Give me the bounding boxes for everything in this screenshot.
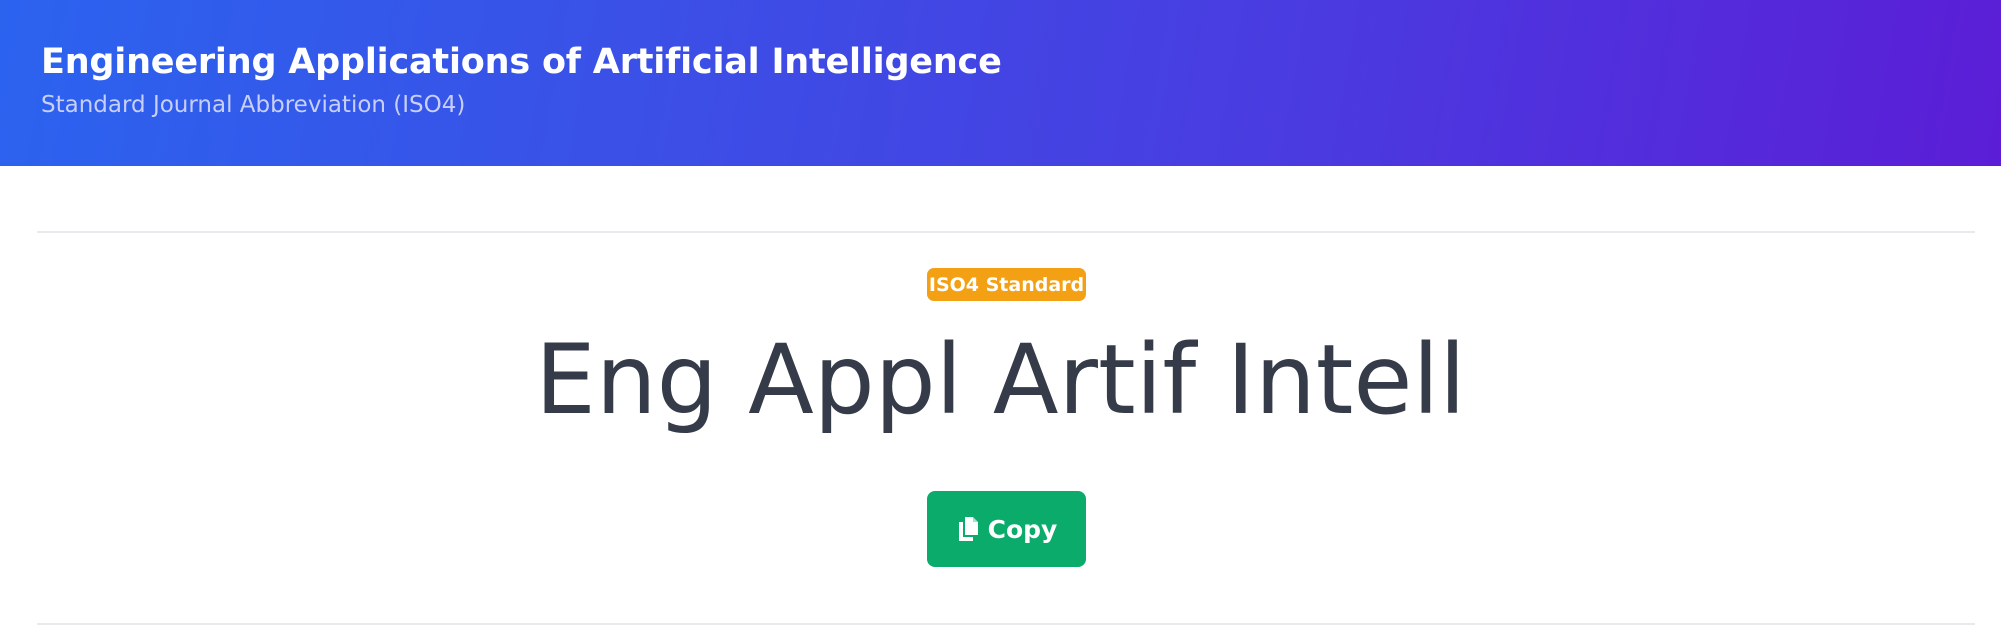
copy-button[interactable]: Copy bbox=[927, 491, 1086, 567]
copy-button-label: Copy bbox=[987, 514, 1058, 544]
page-header: Engineering Applications of Artificial I… bbox=[0, 0, 2001, 166]
journal-subtitle: Standard Journal Abbreviation (ISO4) bbox=[41, 92, 466, 118]
iso4-badge: ISO4 Standard bbox=[927, 268, 1086, 301]
journal-title: Engineering Applications of Artificial I… bbox=[41, 42, 1002, 82]
copy-icon bbox=[956, 516, 980, 542]
bottom-divider bbox=[37, 623, 1975, 625]
top-divider bbox=[37, 231, 1975, 233]
journal-abbreviation: Eng Appl Artif Intell bbox=[535, 324, 1466, 436]
